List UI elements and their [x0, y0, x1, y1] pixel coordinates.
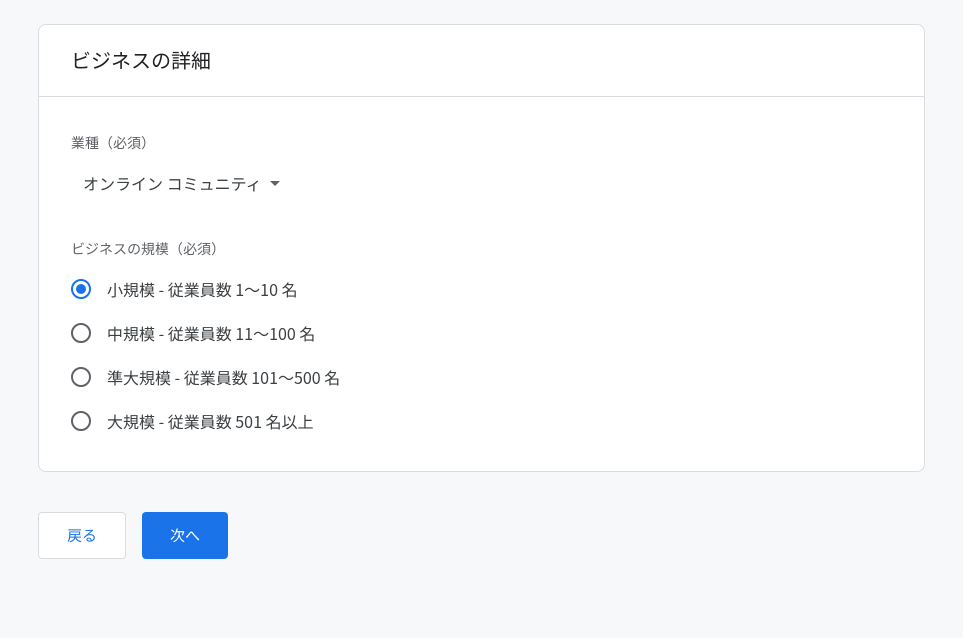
radio-option-semi-large[interactable]: 準大規模 - 従業員数 101～500 名 — [71, 365, 892, 389]
radio-selected-dot — [76, 284, 86, 294]
back-button[interactable]: 戻る — [38, 512, 126, 559]
radio-label: 大規模 - 従業員数 501 名以上 — [107, 409, 314, 433]
next-button[interactable]: 次へ — [142, 512, 228, 559]
business-size-label: ビジネスの規模（必須） — [71, 239, 892, 259]
form-actions: 戻る 次へ — [38, 512, 925, 559]
radio-icon — [71, 367, 91, 387]
radio-label: 小規模 - 従業員数 1～10 名 — [107, 277, 298, 301]
caret-down-icon — [270, 181, 280, 186]
business-size-radio-group: 小規模 - 従業員数 1～10 名 中規模 - 従業員数 11～100 名 準大… — [71, 277, 892, 433]
radio-label: 準大規模 - 従業員数 101～500 名 — [107, 365, 340, 389]
card-header: ビジネスの詳細 — [39, 25, 924, 97]
industry-selected-value: オンライン コミュニティ — [83, 171, 262, 195]
radio-icon — [71, 323, 91, 343]
radio-option-medium[interactable]: 中規模 - 従業員数 11～100 名 — [71, 321, 892, 345]
card-title: ビジネスの詳細 — [71, 45, 892, 74]
business-details-card: ビジネスの詳細 業種（必須） オンライン コミュニティ ビジネスの規模（必須） … — [38, 24, 925, 472]
radio-option-large[interactable]: 大規模 - 従業員数 501 名以上 — [71, 409, 892, 433]
radio-option-small[interactable]: 小規模 - 従業員数 1～10 名 — [71, 277, 892, 301]
radio-label: 中規模 - 従業員数 11～100 名 — [107, 321, 315, 345]
card-body: 業種（必須） オンライン コミュニティ ビジネスの規模（必須） 小規模 - 従業… — [39, 97, 924, 471]
radio-icon — [71, 279, 91, 299]
industry-label: 業種（必須） — [71, 133, 892, 153]
radio-icon — [71, 411, 91, 431]
industry-dropdown[interactable]: オンライン コミュニティ — [83, 171, 280, 195]
